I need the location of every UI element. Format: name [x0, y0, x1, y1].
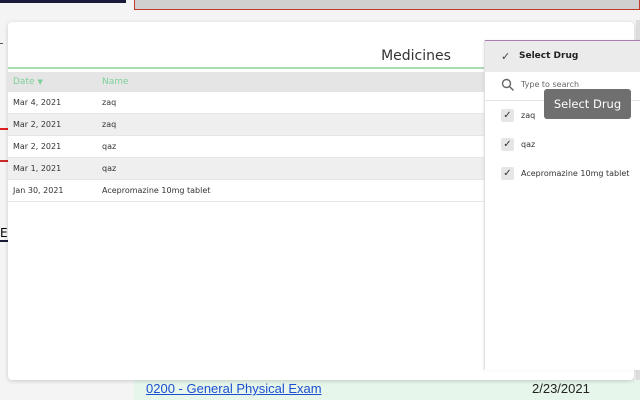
- card-title: Medicines: [381, 48, 451, 64]
- checkbox-checked-icon[interactable]: ✓: [501, 109, 514, 122]
- drug-option[interactable]: ✓ qaz: [485, 130, 640, 159]
- column-header-date[interactable]: Date ▼: [13, 77, 43, 87]
- background-left-text: E: [0, 226, 8, 240]
- date-cell: Mar 1, 2021: [13, 164, 62, 173]
- drug-option-label: Acepromazine 10mg tablet: [521, 169, 630, 178]
- table-row[interactable]: Mar 1, 2021 qaz: [8, 158, 486, 180]
- table-row[interactable]: Mar 2, 2021 qaz: [8, 136, 486, 158]
- column-header-name[interactable]: Name: [102, 77, 129, 87]
- drug-option-label: qaz: [521, 140, 536, 149]
- sort-down-icon[interactable]: ▼: [38, 78, 43, 86]
- name-cell: qaz: [102, 164, 117, 173]
- name-cell: zaq: [102, 98, 117, 107]
- select-drug-header[interactable]: ✓ Select Drug: [485, 40, 640, 72]
- exam-date: 2/23/2021: [532, 381, 590, 396]
- select-drug-tooltip: Select Drug: [544, 89, 631, 119]
- name-cell: Acepromazine 10mg tablet: [102, 186, 211, 195]
- select-all-check-icon[interactable]: ✓: [501, 50, 510, 63]
- exam-link[interactable]: 0200 - General Physical Exam: [146, 381, 322, 396]
- title-underline: [8, 67, 486, 69]
- checkbox-checked-icon[interactable]: ✓: [501, 167, 514, 180]
- date-cell: Mar 2, 2021: [13, 142, 62, 151]
- select-drug-title: Select Drug: [519, 51, 579, 61]
- table-row[interactable]: Mar 2, 2021 zaq: [8, 114, 486, 136]
- background-header-bar: [134, 0, 640, 10]
- table-row[interactable]: Mar 4, 2021 zaq: [8, 92, 486, 114]
- date-cell: Jan 30, 2021: [13, 186, 64, 195]
- drug-option-label: zaq: [521, 111, 536, 120]
- drug-option[interactable]: ✓ Acepromazine 10mg tablet: [485, 159, 640, 188]
- medicines-table: Date ▼ Name Mar 4, 2021 zaq Mar 2, 2021 z…: [8, 72, 486, 202]
- background-left-marker: [0, 240, 8, 242]
- date-cell: Mar 4, 2021: [13, 98, 62, 107]
- column-header-date-label: Date: [13, 77, 35, 87]
- date-cell: Mar 2, 2021: [13, 120, 62, 129]
- table-header: Date ▼ Name: [8, 72, 486, 92]
- background-top-line: [0, 0, 126, 3]
- background-left-dash: [0, 43, 3, 44]
- name-cell: zaq: [102, 120, 117, 129]
- table-row[interactable]: Jan 30, 2021 Acepromazine 10mg tablet: [8, 180, 486, 202]
- checkbox-checked-icon[interactable]: ✓: [501, 138, 514, 151]
- name-cell: qaz: [102, 142, 117, 151]
- search-icon: [501, 78, 514, 91]
